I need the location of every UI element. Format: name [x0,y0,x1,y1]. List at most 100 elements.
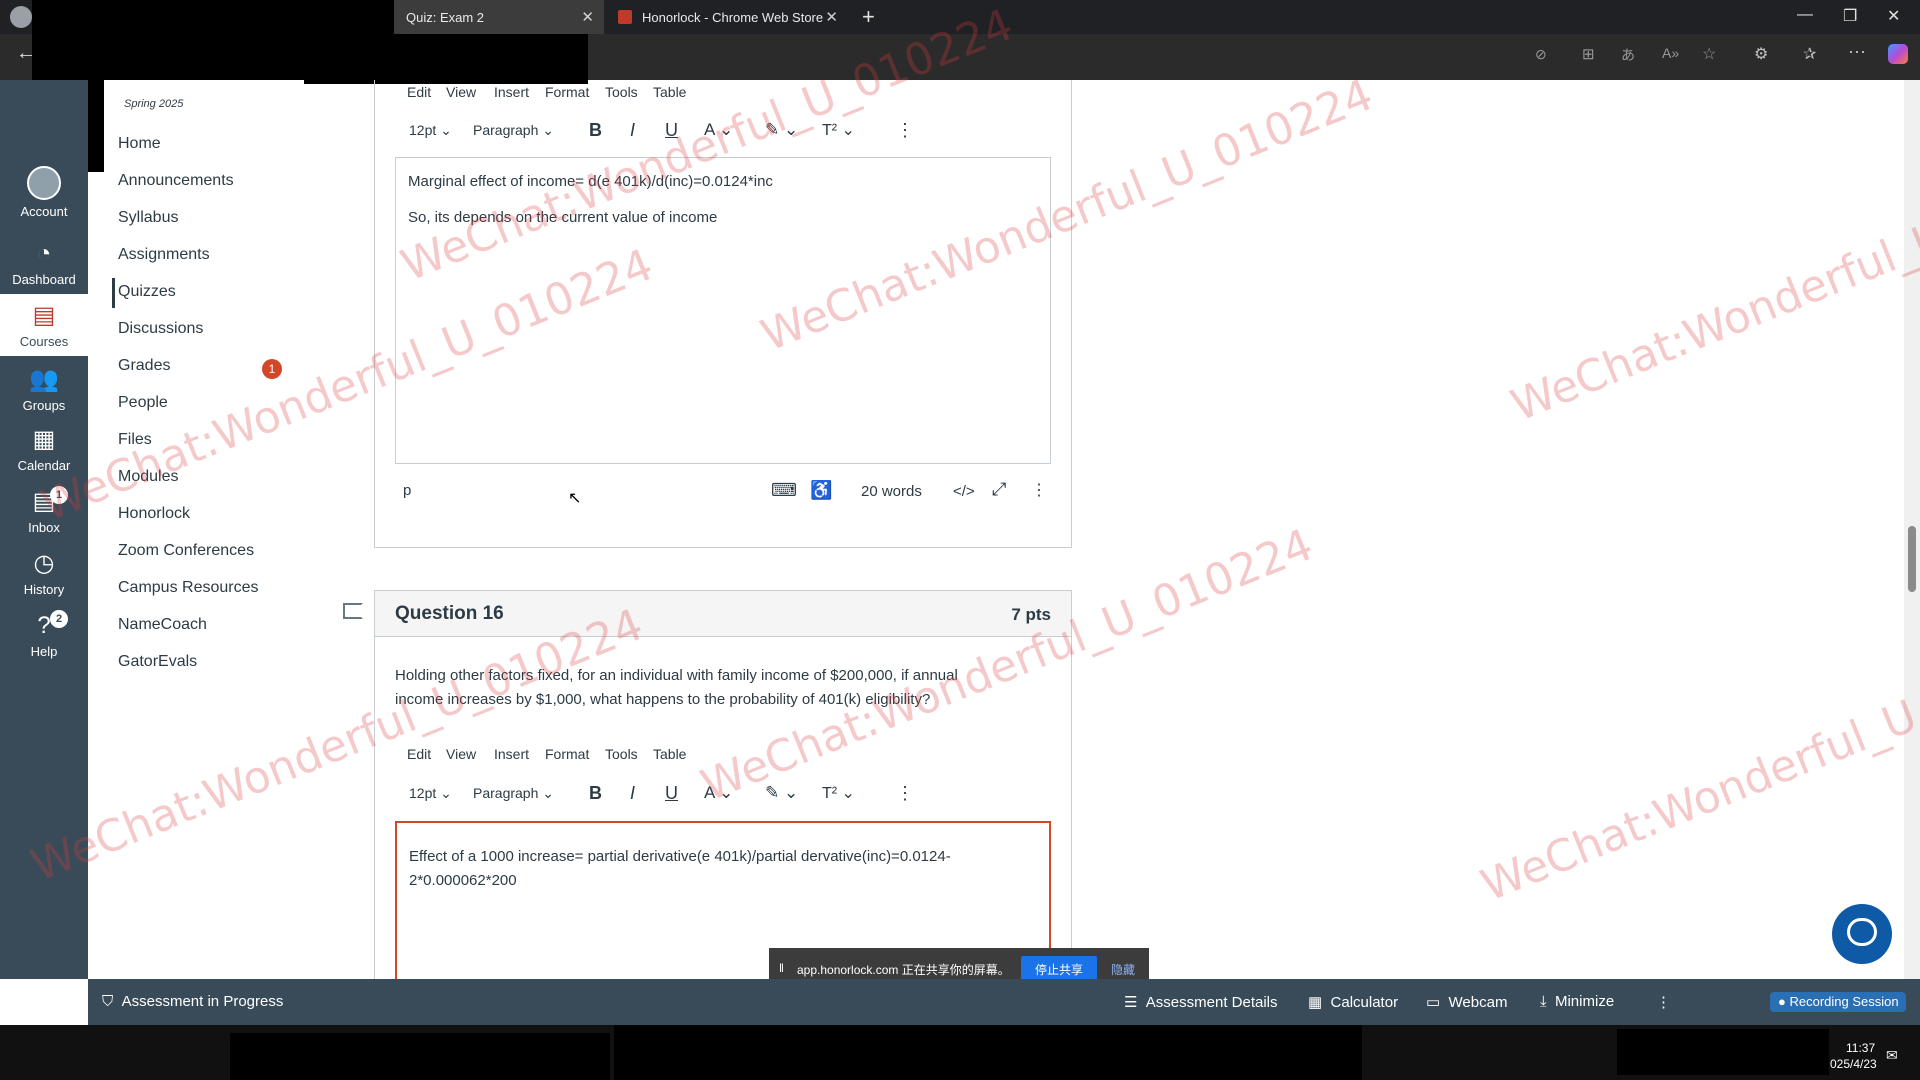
assessment-details-button[interactable]: ☰ Assessment Details [1124,993,1278,1011]
profile-icon[interactable] [10,6,32,28]
collapse-nav-icon[interactable]: |← [30,990,53,1011]
block-format-value: Paragraph [473,122,539,138]
close-icon[interactable]: ✕ [825,8,838,26]
extensions-icon[interactable]: ⚙ [1754,44,1768,64]
tab-title: Quiz: Exam 2 [406,9,485,25]
menu-insert[interactable]: Insert [494,746,529,762]
html-editor-icon[interactable]: </> [953,483,975,500]
menu-table[interactable]: Table [653,84,686,100]
nav-help[interactable]: ? 2 Help [0,610,88,659]
course-link-grades[interactable]: Grades 1 [118,357,282,379]
element-path: p [403,482,412,499]
font-size-select[interactable]: 12pt ⌄ [409,122,452,139]
menu-view[interactable]: View [446,84,476,100]
course-link-zoom[interactable]: Zoom Conferences [118,542,254,560]
flag-question-icon[interactable] [343,603,363,619]
nav-history[interactable]: ◷ History [0,550,88,597]
minimize-button[interactable]: ⤓ Minimize [1540,993,1614,1010]
course-link-assignments[interactable]: Assignments [118,246,210,264]
course-link-quizzes[interactable]: Quizzes [118,283,176,301]
course-link-namecoach[interactable]: NameCoach [118,616,207,634]
text-color-icon[interactable]: A ⌄ [704,120,733,140]
italic-icon[interactable]: I [630,783,635,804]
menu-view[interactable]: View [446,746,476,762]
clock-date[interactable]: 025/4/23 [1830,1057,1877,1071]
tab-honorlock[interactable]: Honorlock - Chrome Web Store ✕ [608,0,848,34]
highlight-icon[interactable]: ✎ ⌄ [765,783,798,803]
webcam-button[interactable]: ▭ Webcam [1426,993,1507,1011]
minimize-window-icon[interactable]: — [1797,6,1813,24]
course-link-honorlock[interactable]: Honorlock [118,505,190,523]
menu-tools[interactable]: Tools [605,746,638,762]
scrollbar-thumb[interactable] [1908,526,1916,592]
nav-label: Courses [19,334,69,349]
course-link-discussions[interactable]: Discussions [118,320,203,338]
accessibility-icon[interactable]: ♿ [810,480,832,501]
menu-tools[interactable]: Tools [605,84,638,100]
course-link-files[interactable]: Files [118,431,152,449]
highlight-icon[interactable]: ✎ ⌄ [765,120,798,140]
hide-share-bar-button[interactable]: 隐藏 [1111,961,1135,978]
clock-time[interactable]: 11:37 [1846,1041,1875,1055]
share-handle-icon[interactable]: ‖ [779,961,784,975]
underline-icon[interactable]: U [665,120,678,141]
nav-calendar[interactable]: ▦ Calendar [0,426,88,473]
course-link-modules[interactable]: Modules [118,468,178,486]
resize-handle-icon[interactable]: ⋮ [1031,480,1047,500]
apps-icon[interactable]: ⊞ [1582,45,1595,63]
nav-dashboard[interactable]: ◔ Dashboard [0,240,88,287]
nav-inbox[interactable]: ▤ 1 Inbox [0,486,88,535]
superscript-icon[interactable]: T² ⌄ [822,783,855,803]
more-tools-icon[interactable]: ⋮ [896,783,914,804]
superscript-glyph: T² [822,785,838,802]
font-size-select[interactable]: 12pt ⌄ [409,785,452,802]
menu-insert[interactable]: Insert [494,84,529,100]
menu-format[interactable]: Format [545,746,589,762]
copilot-icon[interactable] [1888,44,1908,64]
more-tools-icon[interactable]: ⋮ [896,120,914,141]
superscript-icon[interactable]: T² ⌄ [822,120,855,140]
course-link-home[interactable]: Home [118,135,161,153]
course-link-campus-resources[interactable]: Campus Resources [118,579,259,597]
underline-icon[interactable]: U [665,783,678,804]
block-format-select[interactable]: Paragraph ⌄ [473,785,554,802]
tracking-icon[interactable]: ⊘ [1535,46,1547,63]
course-link-gatorevals[interactable]: GatorEvals [118,653,197,671]
italic-icon[interactable]: I [630,120,635,141]
close-icon[interactable]: ✕ [581,8,594,26]
chat-support-button[interactable] [1832,904,1892,964]
word-count[interactable]: 20 words [861,483,922,500]
block-format-select[interactable]: Paragraph ⌄ [473,122,554,139]
course-link-syllabus[interactable]: Syllabus [118,209,178,227]
nav-label: Help [30,644,58,659]
notification-icon[interactable]: ✉ [1886,1047,1898,1064]
menu-table[interactable]: Table [653,746,686,762]
calculator-button[interactable]: ▦ Calculator [1308,993,1398,1011]
text-color-icon[interactable]: A ⌄ [704,783,733,803]
course-link-people[interactable]: People [118,394,168,412]
read-aloud-icon[interactable]: A» [1662,45,1679,61]
new-tab-icon[interactable]: + [862,4,875,30]
nav-groups[interactable]: 👥 Groups [0,366,88,413]
redacted-block [32,0,394,34]
more-options-icon[interactable]: ⋮ [1656,993,1671,1011]
menu-edit[interactable]: Edit [407,746,431,762]
nav-account[interactable]: Account [0,166,88,219]
keyboard-icon[interactable]: ⌨ [771,480,797,501]
answer-15-textarea[interactable]: Marginal effect of income= d(e 401k)/d(i… [395,157,1051,464]
course-link-announcements[interactable]: Announcements [118,172,234,190]
nav-courses[interactable]: ▤ Courses [0,294,88,356]
close-window-icon[interactable]: ✕ [1887,6,1900,26]
menu-format[interactable]: Format [545,84,589,100]
bold-icon[interactable]: B [589,120,602,141]
fullscreen-icon[interactable]: ⤢ [992,479,1006,500]
bold-icon[interactable]: B [589,783,602,804]
menu-icon[interactable]: ⋯ [1848,42,1866,63]
tab-quiz-exam[interactable]: Quiz: Exam 2 ✕ [394,0,604,34]
favorites-icon[interactable]: ✰ [1803,44,1816,64]
favorite-icon[interactable]: ☆ [1702,44,1716,64]
restore-window-icon[interactable]: ❐ [1843,6,1857,26]
page-scrollbar[interactable] [1904,80,1920,1025]
menu-edit[interactable]: Edit [407,84,431,100]
translate-icon[interactable]: あ [1621,45,1635,65]
